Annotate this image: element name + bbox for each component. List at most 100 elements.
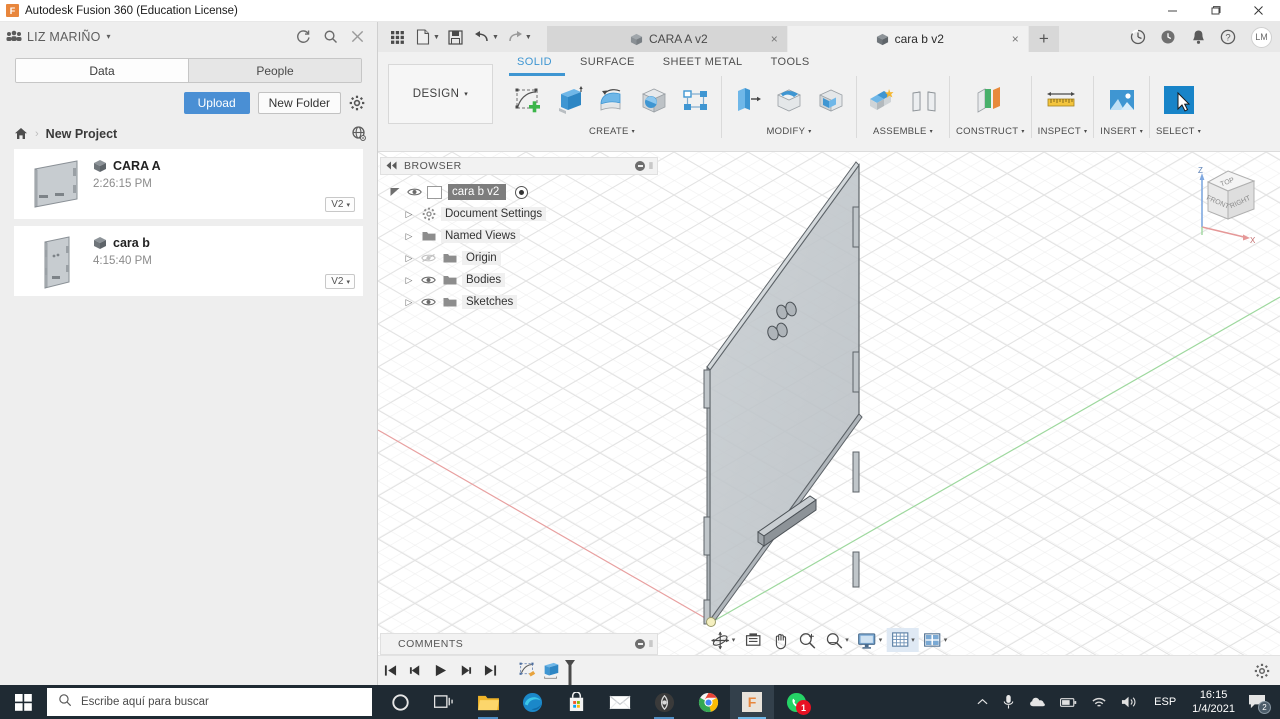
tab-data[interactable]: Data — [16, 59, 188, 82]
visibility-eye-icon[interactable] — [420, 297, 437, 307]
expand-arrow-icon[interactable]: ▷ — [402, 253, 416, 264]
chevron-down-icon[interactable]: ▼ — [492, 34, 499, 41]
chevron-down-icon[interactable]: ▾ — [845, 636, 849, 644]
fusion-360-icon[interactable]: F — [730, 685, 774, 719]
visibility-eye-off-icon[interactable] — [420, 253, 437, 263]
fillet-icon[interactable] — [770, 80, 808, 122]
chevron-down-icon[interactable]: ▾ — [944, 636, 948, 644]
comments-minimize-icon[interactable] — [635, 639, 646, 649]
new-folder-button[interactable]: New Folder — [257, 92, 341, 114]
wifi-icon[interactable] — [1084, 685, 1114, 719]
language-indicator[interactable]: ESP — [1145, 696, 1185, 708]
insert-image-icon[interactable] — [1103, 80, 1141, 122]
chevron-down-icon[interactable]: ▾ — [107, 32, 111, 41]
volume-icon[interactable] — [1114, 685, 1145, 719]
visibility-eye-icon[interactable] — [420, 275, 437, 285]
go-to-beginning-icon[interactable] — [378, 658, 403, 684]
version-selector[interactable]: V2 ▾ — [325, 274, 355, 289]
file-explorer-icon[interactable] — [466, 685, 510, 719]
new-sketch-icon[interactable] — [509, 80, 547, 122]
panel-insert-label[interactable]: INSERT ▾ — [1100, 126, 1143, 137]
workspace-selector[interactable]: DESIGN ▾ — [388, 64, 493, 124]
view-cube[interactable]: Z X TOP FRONT RIGHT — [1188, 157, 1270, 245]
media-app-icon[interactable] — [642, 685, 686, 719]
refresh-icon[interactable] — [296, 29, 311, 44]
close-icon[interactable]: × — [1012, 32, 1019, 46]
chevron-down-icon[interactable]: ▼ — [433, 34, 440, 41]
tab-solid[interactable]: SOLID — [503, 52, 566, 74]
maximize-button[interactable] — [1194, 0, 1237, 22]
sphere-icon[interactable] — [635, 80, 673, 122]
close-panel-icon[interactable] — [350, 29, 365, 44]
comments-grip-icon[interactable]: ⦀ — [649, 639, 653, 650]
search-icon[interactable] — [323, 29, 338, 44]
chevron-down-icon[interactable]: ▾ — [732, 636, 736, 644]
help-icon[interactable]: ? — [1213, 22, 1243, 52]
viewports-icon[interactable]: ▾ — [919, 628, 952, 652]
collapse-left-icon[interactable] — [385, 161, 398, 172]
user-name[interactable]: LIZ MARIÑO — [27, 30, 101, 44]
windows-start-icon[interactable] — [0, 685, 46, 719]
upload-button[interactable]: Upload — [183, 92, 250, 114]
display-settings-icon[interactable]: ▾ — [853, 628, 887, 652]
grid-apps-icon[interactable] — [384, 24, 410, 50]
version-selector[interactable]: V2 ▾ — [325, 197, 355, 212]
step-forward-icon[interactable] — [453, 658, 478, 684]
tab-surface[interactable]: SURFACE — [566, 52, 649, 74]
expand-arrow-icon[interactable]: ▷ — [402, 209, 416, 220]
expand-arrow-icon[interactable] — [388, 187, 402, 197]
offset-plane-icon[interactable] — [971, 80, 1009, 122]
pan-hand-icon[interactable] — [766, 628, 793, 652]
panel-select-label[interactable]: SELECT ▾ — [1156, 126, 1201, 137]
expand-arrow-icon[interactable]: ▷ — [402, 231, 416, 242]
panel-assemble-label[interactable]: ASSEMBLE ▾ — [873, 126, 933, 137]
google-chrome-icon[interactable] — [686, 685, 730, 719]
tree-node-document-settings[interactable]: ▷ Document Settings — [380, 203, 658, 225]
look-at-icon[interactable] — [739, 628, 766, 652]
save-icon[interactable] — [443, 24, 469, 50]
new-component-icon[interactable] — [863, 80, 901, 122]
microsoft-edge-icon[interactable] — [510, 685, 554, 719]
new-document-tab-button[interactable]: + — [1028, 26, 1059, 52]
step-back-icon[interactable] — [403, 658, 428, 684]
extrude-feature-icon[interactable] — [539, 660, 563, 682]
action-center-icon[interactable]: 2 — [1242, 685, 1276, 719]
zoom-icon[interactable]: ▾ — [820, 628, 853, 652]
show-hidden-icons-button[interactable] — [970, 685, 995, 719]
microphone-icon[interactable] — [995, 685, 1022, 719]
search-input[interactable]: Escribe aquí para buscar — [47, 688, 372, 716]
zoom-window-icon[interactable] — [793, 628, 820, 652]
tree-node-sketches[interactable]: ▷ Sketches — [380, 291, 658, 313]
close-button[interactable] — [1237, 0, 1280, 22]
tree-node-bodies[interactable]: ▷ Bodies — [380, 269, 658, 291]
job-status-icon[interactable] — [1123, 22, 1153, 52]
tree-node-origin[interactable]: ▷ Origin — [380, 247, 658, 269]
document-tab-cara-b[interactable]: cara b v2 × — [787, 26, 1028, 52]
gear-icon[interactable] — [1254, 663, 1270, 679]
recent-icon[interactable] — [1153, 22, 1183, 52]
expand-arrow-icon[interactable]: ▷ — [402, 297, 416, 308]
close-icon[interactable]: × — [771, 32, 778, 46]
orbit-icon[interactable]: ▾ — [707, 628, 740, 652]
chevron-down-icon[interactable]: ▾ — [879, 636, 883, 644]
list-item[interactable]: CARA A 2:26:15 PM V2 ▾ — [14, 149, 363, 219]
timeline-marker[interactable] — [565, 659, 575, 685]
avatar[interactable]: LM — [1251, 26, 1272, 48]
grid-snaps-icon[interactable]: ▾ — [886, 628, 919, 652]
revolve-icon[interactable] — [593, 80, 631, 122]
clock[interactable]: 16:15 1/4/2021 — [1185, 688, 1242, 716]
panel-create-label[interactable]: CREATE ▾ — [589, 126, 635, 137]
tab-tools[interactable]: TOOLS — [757, 52, 824, 74]
panel-modify-label[interactable]: MODIFY ▾ — [766, 126, 811, 137]
go-to-end-icon[interactable] — [478, 658, 503, 684]
joint-icon[interactable] — [905, 80, 943, 122]
tab-people[interactable]: People — [188, 59, 361, 82]
document-tab-cara-a[interactable]: CARA A v2 × — [546, 26, 787, 52]
task-view-icon[interactable] — [422, 685, 466, 719]
shell-icon[interactable] — [812, 80, 850, 122]
tab-sheet-metal[interactable]: SHEET METAL — [649, 52, 757, 74]
select-cursor-icon[interactable] — [1160, 80, 1198, 122]
press-pull-icon[interactable] — [728, 80, 766, 122]
onedrive-icon[interactable] — [1022, 685, 1053, 719]
pattern-icon[interactable] — [677, 80, 715, 122]
